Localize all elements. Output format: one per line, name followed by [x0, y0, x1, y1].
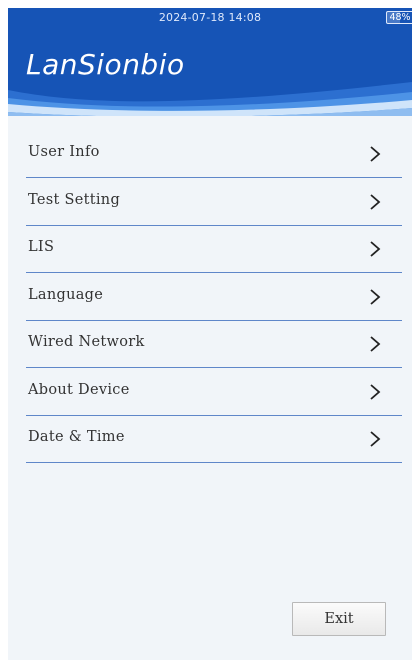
device-screen: 2024-07-18 14:08 48% LanSionbio User Inf… [8, 8, 412, 660]
chevron-right-icon [370, 193, 381, 210]
brand-logo: LanSionbio [26, 48, 185, 81]
battery-indicator: 48% [386, 11, 412, 24]
status-datetime: 2024-07-18 14:08 [158, 11, 262, 24]
chevron-right-icon [370, 146, 381, 162]
chevron-right-icon [370, 241, 381, 257]
settings-menu: User Info Test Setting LIS Language Wire… [26, 131, 402, 464]
status-bar: 2024-07-18 14:08 48% [8, 8, 412, 28]
menu-item-wired-network[interactable]: Wired Network [26, 321, 402, 368]
chevron-right-icon [370, 336, 381, 352]
battery-percent: 48% [389, 12, 411, 23]
menu-item-lis[interactable]: LIS [26, 226, 402, 273]
chevron-right-icon [370, 431, 381, 447]
app-header: 2024-07-18 14:08 48% LanSionbio [8, 8, 412, 116]
menu-item-label: Date & Time [28, 429, 125, 445]
menu-item-label: Language [28, 286, 104, 303]
chevron-right-icon [370, 288, 381, 305]
menu-item-label: Test Setting [28, 191, 121, 208]
menu-item-user-info[interactable]: User Info [26, 131, 402, 178]
menu-item-label: LIS [28, 239, 55, 255]
menu-item-label: Wired Network [28, 334, 145, 350]
menu-item-label: About Device [28, 381, 130, 398]
menu-item-about-device[interactable]: About Device [26, 369, 402, 416]
menu-item-language[interactable]: Language [26, 274, 402, 321]
exit-button[interactable]: Exit [292, 602, 386, 636]
menu-item-label: User Info [28, 144, 100, 160]
menu-item-date-time[interactable]: Date & Time [26, 416, 402, 463]
chevron-right-icon [370, 383, 381, 400]
menu-item-test-setting[interactable]: Test Setting [26, 179, 402, 226]
